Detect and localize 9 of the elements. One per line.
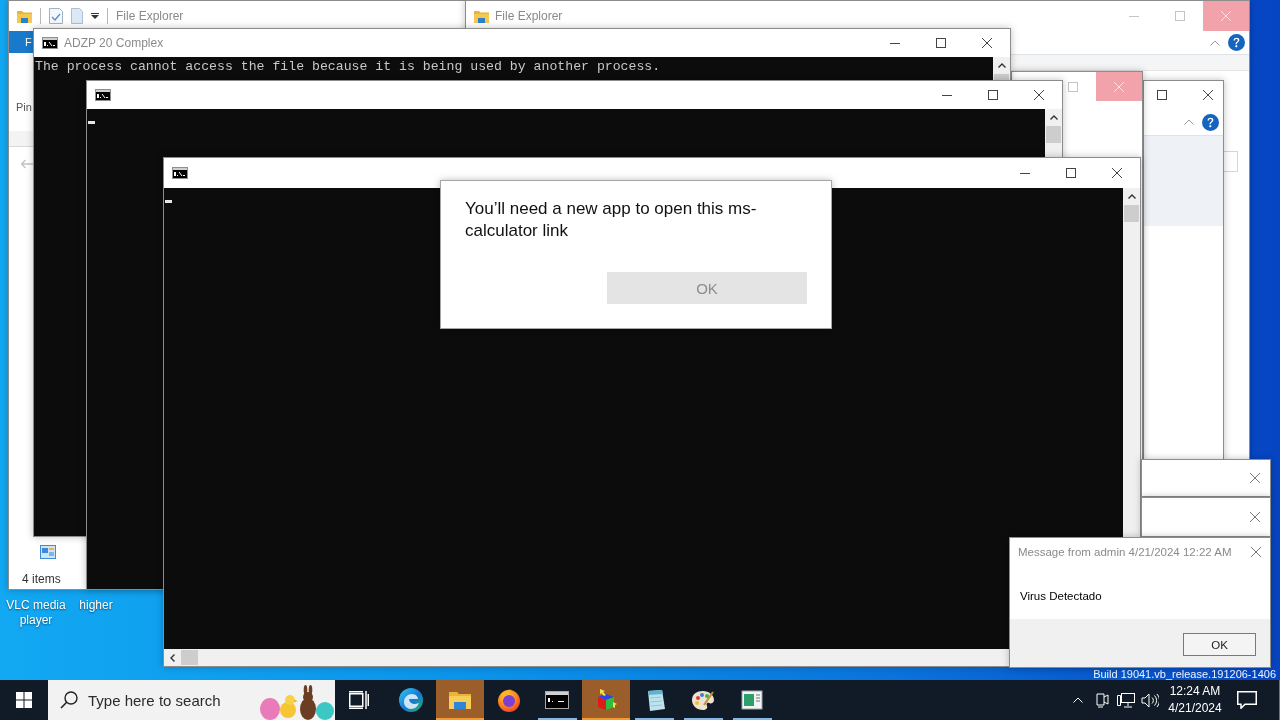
console-text: The process cannot access the file because it is being used by another process.: [35, 59, 661, 75]
window-title: Message from admin 4/21/2024 12:22 AM: [1018, 546, 1232, 558]
window-title: File Explorer: [116, 9, 184, 23]
dialog-message: You’ll need a new app to open this ms-calculator link: [465, 198, 758, 242]
status-text: 4 items: [22, 572, 61, 586]
message-text: Virus Detectado: [1020, 590, 1102, 602]
build-info-text: Build 19041.vb_release.191206-1406: [1093, 668, 1276, 680]
window-title: File Explorer: [495, 9, 563, 23]
window-title: ADZP 20 Complex: [64, 36, 164, 50]
